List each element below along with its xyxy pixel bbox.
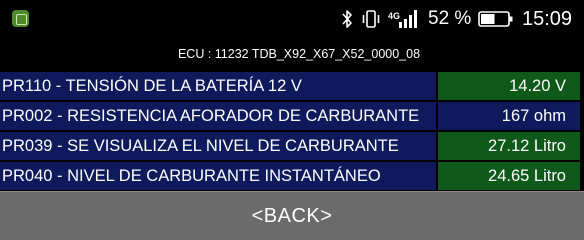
- ecu-info: ECU : 11232 TDB_X92_X67_X52_0000_08: [177, 47, 421, 61]
- battery-fill: [481, 14, 495, 24]
- back-button[interactable]: <BACK>: [0, 191, 584, 240]
- signal-label: 4G: [388, 11, 400, 21]
- parameter-label: PR040 - NIVEL DE CARBURANTE INSTANTÁNEO: [0, 162, 436, 190]
- parameter-value: 167 ohm: [438, 102, 580, 130]
- parameter-label: PR039 - SE VISUALIZA EL NIVEL DE CARBURA…: [0, 132, 436, 160]
- parameter-row-pr039[interactable]: PR039 - SE VISUALIZA EL NIVEL DE CARBURA…: [0, 132, 584, 160]
- parameter-value: 14.20 V: [438, 72, 580, 100]
- parameter-list: PR110 - TENSIÓN DE LA BATERÍA 12 V 14.20…: [0, 72, 584, 192]
- parameter-row-pr002[interactable]: PR002 - RESISTENCIA AFORADOR DE CARBURAN…: [0, 102, 584, 130]
- parameter-label: PR110 - TENSIÓN DE LA BATERÍA 12 V: [0, 72, 436, 100]
- parameter-value: 24.65 Litro: [438, 162, 580, 190]
- bluetooth-icon: [342, 10, 352, 28]
- status-bar: 4G 52 % 15:09: [0, 0, 584, 38]
- signal-icon: 4G: [388, 10, 417, 28]
- app-notification-icon: [12, 10, 29, 27]
- battery-percentage: 52 %: [428, 8, 472, 29]
- parameter-row-pr040[interactable]: PR040 - NIVEL DE CARBURANTE INSTANTÁNEO …: [0, 162, 584, 190]
- parameter-value: 27.12 Litro: [438, 132, 580, 160]
- battery-icon: [478, 11, 513, 27]
- clock: 15:09: [522, 8, 573, 30]
- parameter-row-pr110[interactable]: PR110 - TENSIÓN DE LA BATERÍA 12 V 14.20…: [0, 72, 584, 100]
- vibrate-icon: [362, 10, 380, 28]
- parameter-label: PR002 - RESISTENCIA AFORADOR DE CARBURAN…: [0, 102, 436, 130]
